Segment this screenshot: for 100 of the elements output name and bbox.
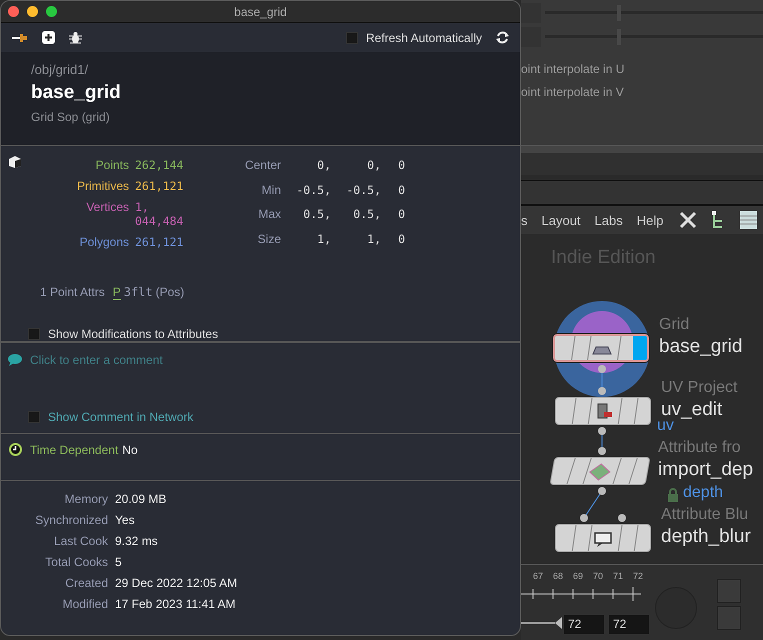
frame-tick: 71: [613, 571, 624, 581]
start-frame-field[interactable]: 72: [564, 615, 604, 634]
bounds-value: -0.5,: [345, 182, 381, 198]
connector-dot[interactable]: [598, 365, 606, 373]
stat-value: 5: [115, 555, 123, 569]
attr-info: (Pos): [156, 285, 184, 299]
attr-type: 3flt: [124, 285, 153, 299]
checkbox[interactable]: [28, 328, 40, 340]
connector-dot[interactable]: [598, 427, 606, 435]
count-value: 262,144: [135, 158, 184, 172]
stat-value: 17 Feb 2023 11:41 AM: [115, 597, 237, 611]
stat-value: 29 Dec 2022 12:05 AM: [115, 576, 238, 590]
bounds-value: 0: [397, 232, 405, 248]
count-label: Points: [94, 158, 129, 172]
stat-label: Last Cook: [52, 534, 108, 548]
comment-field[interactable]: Click to enter a comment: [30, 353, 330, 367]
stat-label: Modified: [62, 597, 108, 611]
node-name: base_grid: [659, 336, 742, 358]
stat-value: 20.09 MB: [115, 492, 168, 506]
zoom-button[interactable]: [46, 6, 57, 17]
cube-icon: [8, 155, 22, 169]
stat-label: Memory: [64, 492, 108, 506]
add-icon[interactable]: [42, 31, 55, 44]
pin-icon[interactable]: [12, 32, 28, 44]
connector-dot[interactable]: [598, 447, 606, 455]
bounds-value: 0,: [316, 158, 331, 174]
node-name: import_dep: [658, 459, 754, 481]
window-title: base_grid: [234, 4, 287, 18]
bounds-value: 0: [397, 207, 405, 223]
count-label: Vertices: [85, 200, 129, 214]
attrs-label: 1 Point Attrs: [40, 285, 105, 299]
network-node[interactable]: [553, 334, 649, 362]
slider-handle[interactable]: [616, 5, 621, 21]
wire-label: depth: [683, 484, 724, 502]
menu-item[interactable]: Help: [636, 212, 664, 228]
frame-tick: 72: [633, 571, 644, 581]
checkbox-label: Show Comment in Network: [48, 410, 194, 424]
checkbox-label: Show Modifications to Attributes: [48, 327, 218, 341]
bounds-label: Center: [244, 158, 281, 174]
node-name: depth_blur: [661, 526, 751, 548]
node-type-label: Grid: [659, 316, 690, 334]
connector-dot[interactable]: [580, 514, 588, 522]
bounds-value: 0.5,: [302, 207, 331, 223]
slider-handle[interactable]: [616, 29, 621, 45]
param-label: oint interpolate in V: [521, 84, 625, 101]
count-value: 1,044,484: [135, 200, 184, 228]
frame-tick: 68: [553, 571, 564, 581]
bounds-value: 0.5,: [352, 207, 381, 223]
count-label: Primitives: [76, 179, 129, 193]
param-field[interactable]: [521, 27, 541, 47]
param-field[interactable]: [521, 3, 541, 23]
checkbox-label: Refresh Automatically: [366, 30, 482, 44]
range-marker-icon[interactable]: [521, 617, 563, 629]
stat-value: 9.32 ms: [115, 534, 159, 548]
count-value: 261,121: [135, 179, 184, 193]
count-label: Polygons: [78, 235, 129, 249]
attr-name[interactable]: P: [112, 285, 121, 300]
menu-item[interactable]: Labs: [594, 212, 623, 228]
refresh-icon[interactable]: [496, 31, 509, 44]
lock-icon: [667, 488, 679, 502]
node-path: /obj/grid1/: [31, 62, 90, 77]
checkbox[interactable]: [346, 32, 358, 44]
close-button[interactable]: [8, 6, 19, 17]
bounds-value: -0.5,: [295, 182, 331, 198]
node-type: Grid Sop (grid): [31, 110, 111, 124]
time-dependent-value: No: [122, 443, 138, 457]
stat-label: Created: [64, 576, 108, 590]
end-frame-field[interactable]: 72: [609, 615, 649, 634]
list-icon[interactable]: [740, 211, 756, 229]
comment-icon: [8, 354, 22, 366]
network-node[interactable]: [555, 524, 651, 552]
minimize-button[interactable]: [27, 6, 38, 17]
node-type-label: UV Project: [661, 379, 738, 397]
stat-value: Yes: [115, 513, 136, 527]
frame-tick: 70: [593, 571, 604, 581]
connector-dot[interactable]: [618, 514, 626, 522]
bounds-label: Max: [257, 207, 281, 223]
node-type-label: Attribute fro: [658, 439, 741, 457]
bounds-value: 0,: [366, 158, 381, 174]
node-type-label: Attribute Blu: [661, 506, 748, 524]
param-label: oint interpolate in U: [521, 61, 626, 78]
menu-item[interactable]: s: [521, 212, 528, 228]
clock-icon: [9, 443, 22, 456]
bounds-label: Size: [256, 232, 281, 248]
bounds-value: 1,: [366, 232, 381, 248]
checkbox[interactable]: [28, 411, 40, 423]
connector-dot[interactable]: [598, 487, 606, 495]
stat-label: Total Cooks: [44, 555, 108, 569]
frame-tick: 67: [533, 571, 544, 581]
bounds-label: Min: [260, 182, 281, 198]
frame-tick: 69: [573, 571, 584, 581]
bounds-value: 1,: [316, 232, 331, 248]
bug-icon[interactable]: [69, 31, 82, 44]
network-node[interactable]: [550, 457, 650, 485]
connector-dot[interactable]: [598, 387, 606, 395]
bounds-value: 0: [397, 158, 405, 174]
network-node[interactable]: [555, 397, 651, 425]
time-dependent-label: Time Dependent: [30, 443, 118, 457]
menu-item[interactable]: Layout: [542, 212, 581, 228]
node-name: base_grid: [31, 82, 122, 104]
